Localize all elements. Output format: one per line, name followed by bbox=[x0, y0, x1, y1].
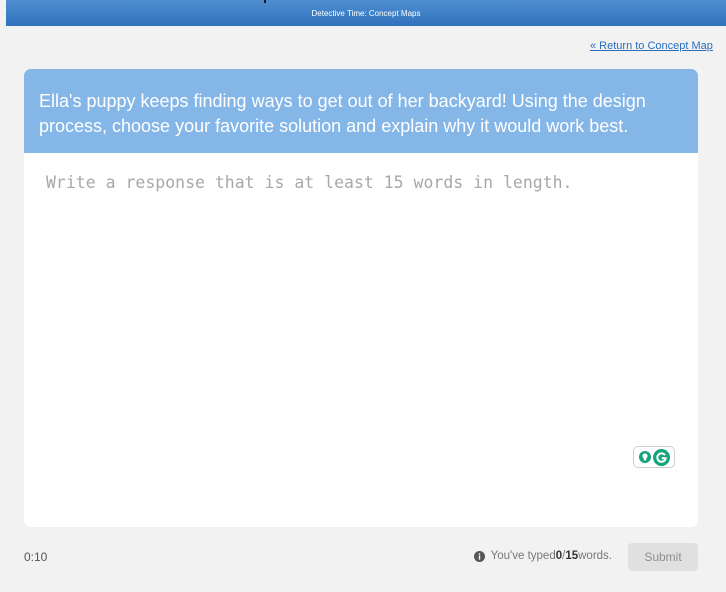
grammarly-g-icon bbox=[653, 449, 670, 466]
page-title: Detective Time: Concept Maps bbox=[311, 9, 421, 18]
lightbulb-icon bbox=[639, 451, 651, 463]
grammarly-widget[interactable] bbox=[633, 446, 675, 468]
question-card: Ella's puppy keeps finding ways to get o… bbox=[24, 69, 698, 527]
return-to-concept-maps-link[interactable]: « Return to Concept Map bbox=[590, 40, 713, 52]
top-bar: Detective Time: Concept Maps bbox=[6, 0, 726, 26]
typed-suffix: words. bbox=[578, 550, 612, 562]
info-icon bbox=[473, 550, 485, 562]
submit-button[interactable]: Submit bbox=[628, 543, 698, 571]
word-count-status: You've typed 0 / 15 words. bbox=[473, 550, 612, 562]
timer: 0:10 bbox=[24, 550, 48, 564]
min-words: 15 bbox=[565, 550, 579, 562]
response-textarea[interactable] bbox=[24, 153, 698, 527]
question-prompt: Ella's puppy keeps finding ways to get o… bbox=[24, 69, 698, 153]
typed-prefix: You've typed bbox=[490, 550, 556, 562]
top-bar-notch bbox=[264, 0, 266, 3]
